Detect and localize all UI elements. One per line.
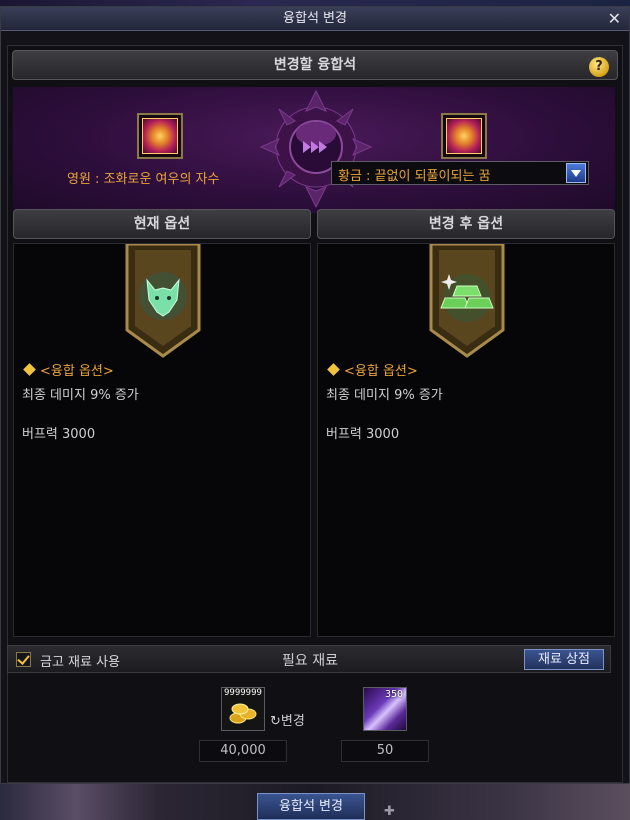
diamond-icon [327, 363, 340, 376]
target-stone-dropdown[interactable]: 황금 : 끝없이 되풀이되는 꿈 [331, 161, 589, 185]
gold-required-amount: 40,000 [199, 740, 287, 762]
option-line: 최종 데미지 9% 증가 [22, 388, 139, 403]
option-header-text: <융합 옵션> [40, 364, 114, 379]
section-title: 변경할 융합석 [273, 57, 357, 73]
selection-area: 영원 : 조화로운 여우의 자수 황금 : 끝없이 되풀이되는 꿈 [13, 87, 615, 213]
close-icon[interactable]: ✕ [608, 9, 621, 29]
after-option-header: 변경 후 옵션 [317, 209, 615, 239]
gold-stack-count: 9999999 [224, 688, 262, 698]
crystal-material-slot[interactable]: 350 [363, 687, 407, 731]
window-title: 융합석 변경 [283, 11, 347, 26]
option-line: 버프력 3000 [326, 427, 400, 442]
after-option-title: 변경 후 옵션 [428, 216, 504, 232]
crystal-icon: 350 [364, 688, 406, 730]
option-header-text: <융합 옵션> [344, 364, 418, 379]
help-icon[interactable]: ? [589, 57, 609, 77]
dropdown-value: 황금 : 끝없이 되풀이되는 꿈 [338, 169, 491, 184]
after-option-panel: <융합 옵션> 최종 데미지 9% 증가 버프력 3000 [317, 243, 615, 637]
required-materials-label: 필요 재료 [282, 653, 338, 669]
arrow-emblem-icon [259, 89, 373, 209]
fusion-stone-icon [446, 118, 482, 154]
crystal-required-amount: 50 [341, 740, 429, 762]
gold-material-slot[interactable]: 9999999 [221, 687, 265, 731]
chevron-down-icon[interactable] [566, 163, 586, 183]
title-bar[interactable]: 융합석 변경 ✕ [1, 7, 629, 31]
materials-bar: 금고 재료 사용 필요 재료 재료 상점 [7, 645, 611, 673]
current-option-panel: <융합 옵션> 최종 데미지 9% 증가 버프력 3000 [13, 243, 311, 637]
change-fusion-stone-button[interactable]: 융합석 변경 [257, 793, 365, 820]
current-stone-slot[interactable] [137, 113, 183, 159]
current-stone-name: 영원 : 조화로운 여우의 자수 [67, 172, 220, 187]
current-option-title: 현재 옵션 [133, 216, 191, 232]
option-line: 버프력 3000 [22, 427, 96, 442]
diamond-icon [23, 363, 36, 376]
fox-emblem-icon [125, 244, 201, 358]
change-symbol: ↻변경 [270, 714, 305, 729]
fusion-stone-change-window: 융합석 변경 ✕ 변경할 융합석 ? 영원: 조화로운 여우의 자수 황금:… [0, 6, 630, 784]
material-shop-button[interactable]: 재료 상점 [524, 649, 604, 670]
option-line: 최종 데미지 9% 증가 [326, 388, 443, 403]
plus-icon: ✚ [384, 804, 395, 819]
option-header: <융합 옵션> [22, 360, 114, 379]
header-bar: 변경할 융합석 ? [12, 50, 618, 80]
gold-bars-emblem-icon [429, 244, 505, 358]
gold-coins-icon [229, 703, 257, 724]
current-option-header: 현재 옵션 [13, 209, 311, 239]
crystal-stack-count: 350 [384, 689, 403, 700]
option-header: <융합 옵션> [326, 360, 418, 379]
fusion-stone-icon [142, 118, 178, 154]
target-stone-slot[interactable] [441, 113, 487, 159]
